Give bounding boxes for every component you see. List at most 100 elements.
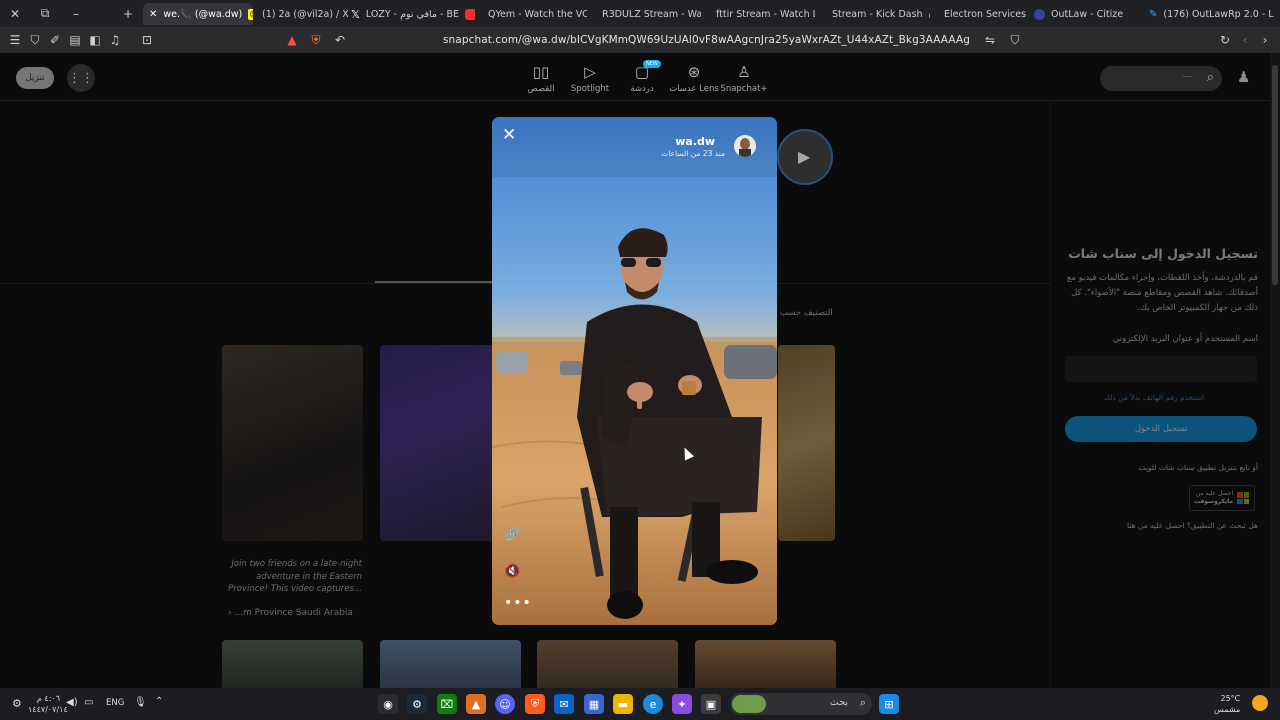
chevron-up-icon[interactable]: ⌃ xyxy=(155,696,163,707)
clock-date: ١٤٤٧/٠٧/١٤ xyxy=(28,705,68,714)
windows-taskbar: ⚙ ٤:٠٦ م ١٤٤٧/٠٧/١٤ ◀) ▭ ENG 🎙 ⌃ ◉ ⚙ ⌧ ▲… xyxy=(0,688,1280,720)
search-icon: ⌕ xyxy=(1206,70,1214,85)
download-button[interactable]: تنزيل xyxy=(16,67,54,89)
clock[interactable]: ٤:٠٦ م ١٤٤٧/٠٧/١٤ xyxy=(28,693,68,715)
taskbar-search[interactable]: بحث ⌕ xyxy=(730,693,872,715)
store-icon[interactable]: ▦ xyxy=(584,694,604,714)
tab-kick-r3dulz[interactable]: R3DULZ Stream - Watc K xyxy=(596,3,701,25)
language-indicator[interactable]: ENG xyxy=(106,698,124,708)
spotlight-card[interactable] xyxy=(537,640,678,688)
discord-icon[interactable]: ☺ xyxy=(495,694,515,714)
url-text: snapchat.com/@wa.dw/bICVgKMmQW69UzUAl0vF… xyxy=(442,34,970,46)
capture-icon[interactable]: ⊡ xyxy=(137,30,157,50)
username-field[interactable] xyxy=(1065,356,1257,382)
story-username[interactable]: wa.dw xyxy=(675,135,715,148)
edge-icon[interactable]: e xyxy=(643,694,663,714)
close-tab-icon[interactable]: ✕ xyxy=(149,9,157,20)
back-icon[interactable]: ‹ xyxy=(1235,30,1255,50)
tab-title: R3DULZ Stream - Watc xyxy=(602,8,701,20)
apps-grid-icon[interactable]: ⋮⋮ xyxy=(67,64,95,92)
help-text[interactable]: هل تبحث عن التطبيق؟ احصل عليه من هنا xyxy=(1127,521,1258,530)
login-title: تسجيل الدخول إلى سناب شات xyxy=(1068,246,1258,261)
tab-youtube[interactable]: 𝕏 LOZY - مافي نوم - BE xyxy=(345,3,475,25)
pin-icon[interactable]: ✐ xyxy=(45,30,65,50)
volume-icon[interactable]: ◀) xyxy=(66,697,78,708)
clock-time: ٤:٠٦ م xyxy=(36,694,60,703)
nav-snapchat-plus[interactable]: ♙ Snapchat+ xyxy=(709,63,779,94)
tab-title: (176) OutLawRp 2.0 - L xyxy=(1163,8,1274,20)
close-window-icon[interactable]: ✕ xyxy=(0,0,30,27)
spotlight-card[interactable] xyxy=(695,640,836,688)
card-location[interactable]: › ...m Province Saudi Arabia xyxy=(228,608,353,618)
tab-kick-dash[interactable]: Stream - Kick Dash ⌀ K xyxy=(826,3,930,25)
brave-icon[interactable]: ⛨ xyxy=(525,694,545,714)
spotlight-card[interactable] xyxy=(778,345,835,541)
workspaces-icon[interactable]: ▤ xyxy=(65,30,85,50)
tab-electron-services[interactable]: Electron Services xyxy=(938,3,1028,25)
story-avatar[interactable] xyxy=(734,135,756,157)
weather-temp: 25°C xyxy=(1220,694,1241,703)
spotlight-card[interactable] xyxy=(222,640,363,688)
weather-widget[interactable]: 25°C مشمس xyxy=(1214,693,1240,715)
card-caption: Join two friends on a late-night adventu… xyxy=(228,559,362,594)
settings-gear-icon[interactable]: ⚙ xyxy=(12,697,22,710)
spotlight-card[interactable] xyxy=(380,640,521,688)
spotlight-card[interactable] xyxy=(222,345,363,541)
tab-outlaw-rp[interactable]: ✎ (176) OutLawRp 2.0 - L xyxy=(1143,3,1280,25)
mute-icon[interactable]: 🔇 xyxy=(504,564,520,579)
shield-icon[interactable]: ⛉ xyxy=(25,30,45,50)
copilot-icon[interactable]: ✦ xyxy=(672,694,692,714)
obs-icon[interactable]: ◉ xyxy=(378,694,398,714)
tab-kick-fttir[interactable]: fttir Stream - Watch Li K xyxy=(710,3,815,25)
file-explorer-icon[interactable]: ▬ xyxy=(613,694,633,714)
weather-desc: مشمس xyxy=(1214,705,1241,714)
sidebar-icon[interactable]: ◧ xyxy=(85,30,105,50)
menu-icon[interactable]: ☰ xyxy=(5,30,25,50)
microsoft-store-badge[interactable]: احصل عليه من مايكروسوفت xyxy=(1189,485,1255,511)
address-bar[interactable]: snapchat.com/@wa.dw/bICVgKMmQW69UzUAl0vF… xyxy=(284,30,1026,50)
sun-icon xyxy=(1252,695,1268,711)
microphone-icon[interactable]: 🎙 xyxy=(134,697,147,708)
login-panel: تسجيل الدخول إلى سناب شات قم بالدردشة، و… xyxy=(1050,101,1270,688)
tab-kick-qyem[interactable]: QYem - Watch the VO K xyxy=(482,3,587,25)
snapchat-ghost-icon[interactable]: ♟ xyxy=(1237,68,1250,86)
story-image xyxy=(492,117,777,625)
active-tab-indicator xyxy=(375,281,493,283)
settings-favicon-icon xyxy=(1034,8,1045,20)
tab-x[interactable]: (1) 2a (@vil2a) / X xyxy=(256,3,348,25)
tab-title: we.📞 (@wa.dw) xyxy=(163,8,243,20)
tab-title: Stream - Kick Dash xyxy=(832,8,923,20)
ms-badge-bottom: مايكروسوفت xyxy=(1194,498,1234,505)
profile-story-ring[interactable]: ▶ xyxy=(777,129,833,185)
forward-icon[interactable]: › xyxy=(1255,30,1275,50)
youtube-favicon-icon xyxy=(465,8,475,20)
tab-outlaw-citizen[interactable]: OutLaw - Citizen xyxy=(1028,3,1123,25)
taskbar-search-text: بحث xyxy=(829,697,848,708)
tab-snapchat[interactable]: ✕ we.📞 (@wa.dw) ☺ xyxy=(143,3,253,25)
use-phone-link[interactable]: استخدم رقم الهاتف بدلاً من ذلك xyxy=(1104,393,1204,402)
tab-manager-icon[interactable]: ⧉ xyxy=(30,0,60,27)
outlook-icon[interactable]: ✉ xyxy=(554,694,574,714)
play-icon: ▶ xyxy=(798,147,811,166)
steam-icon[interactable]: ⚙ xyxy=(407,694,427,714)
username-label: اسم المستخدم أو عنوان البريد الإلكتروني xyxy=(1112,334,1258,344)
tab-title: fttir Stream - Watch Li xyxy=(716,8,815,20)
minimize-icon[interactable]: – xyxy=(61,0,91,27)
link-icon[interactable]: 🔗 xyxy=(504,527,520,542)
scrollbar-thumb[interactable] xyxy=(1272,65,1278,285)
tab-title: QYem - Watch the VO xyxy=(488,8,587,20)
start-windows-icon[interactable]: ⊞ xyxy=(879,694,899,714)
music-icon[interactable]: ♫ xyxy=(105,30,125,50)
new-tab-icon[interactable]: + xyxy=(113,0,143,27)
task-view-icon[interactable]: ▣ xyxy=(701,694,721,714)
app-icon[interactable]: ▲ xyxy=(466,694,486,714)
page-scrollbar[interactable] xyxy=(1270,53,1280,688)
reload-icon[interactable]: ↻ xyxy=(1215,30,1235,50)
close-viewer-icon[interactable]: ✕ xyxy=(502,125,516,145)
story-viewer[interactable]: ✕ wa.dw منذ 23 من الساعات 🔗 🔇 ••• xyxy=(492,117,777,625)
xbox-icon[interactable]: ⌧ xyxy=(437,694,457,714)
login-button[interactable]: تسجيل الدخول xyxy=(1065,416,1257,442)
more-options-icon[interactable]: ••• xyxy=(504,595,532,611)
search-input[interactable]: — ⌕ xyxy=(1100,66,1222,91)
network-icon[interactable]: ▭ xyxy=(84,697,93,708)
